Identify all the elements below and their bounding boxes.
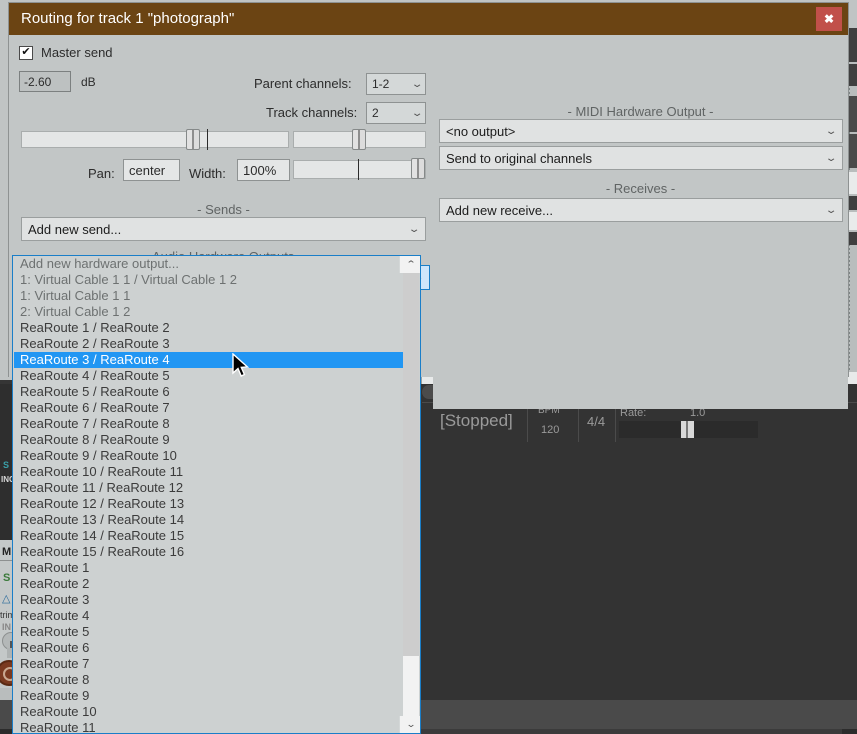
dropdown-item[interactable]: ReaRoute 11 — [14, 720, 406, 733]
volume-slider-thumb[interactable] — [186, 129, 200, 150]
dropdown-scrollbar-thumb[interactable] — [403, 273, 419, 656]
dropdown-item[interactable]: ReaRoute 9 / ReaRoute 10 — [14, 448, 406, 464]
dropdown-item[interactable]: ReaRoute 2 — [14, 576, 406, 592]
chevron-down-icon: ⌄ — [407, 223, 421, 235]
pan-slider-top-thumb[interactable] — [352, 129, 366, 150]
dialog-title-bar[interactable]: Routing for track 1 "photograph" ✖ — [9, 3, 848, 35]
dropdown-item[interactable]: 1: Virtual Cable 1 1 — [14, 288, 406, 304]
midi-output-select[interactable]: <no output> ⌄ — [439, 119, 843, 143]
dropdown-item[interactable]: ReaRoute 10 — [14, 704, 406, 720]
volume-slider[interactable] — [21, 131, 289, 148]
dropdown-item[interactable]: ReaRoute 2 / ReaRoute 3 — [14, 336, 406, 352]
dropdown-item[interactable]: ReaRoute 1 — [14, 560, 406, 576]
pan-label: Pan: — [88, 166, 115, 181]
dropdown-scrollbar[interactable]: ⌃ ⌄ — [399, 256, 420, 733]
dropdown-item[interactable]: 1: Virtual Cable 1 1 / Virtual Cable 1 2 — [14, 272, 406, 288]
dropdown-item[interactable]: ReaRoute 4 / ReaRoute 5 — [14, 368, 406, 384]
dropdown-item[interactable]: ReaRoute 14 / ReaRoute 15 — [14, 528, 406, 544]
dialog-right-column: - MIDI Hardware Output - <no output> ⌄ S… — [433, 67, 848, 409]
close-button[interactable]: ✖ — [816, 7, 842, 31]
sends-header: - Sends - — [197, 202, 250, 217]
master-send-row[interactable]: ✔ Master send — [19, 45, 113, 60]
midi-hardware-output-header: - MIDI Hardware Output - — [567, 104, 714, 119]
parent-channels-label: Parent channels: — [254, 76, 352, 91]
width-label: Width: — [189, 166, 226, 181]
dropdown-options: Add new hardware output... 1: Virtual Cab… — [14, 256, 406, 733]
solo-indicator: S — [3, 460, 10, 470]
bpm-value[interactable]: 120 — [541, 424, 559, 436]
width-slider[interactable] — [293, 160, 426, 179]
midi-output-value: <no output> — [446, 123, 516, 139]
master-send-checkbox[interactable]: ✔ — [19, 45, 33, 60]
close-icon: ✖ — [823, 12, 835, 26]
receives-header: - Receives - — [605, 181, 676, 196]
chevron-down-icon: ⌄ — [824, 152, 838, 164]
chevron-down-icon: ⌄ — [410, 107, 424, 119]
rate-slider-thumb[interactable] — [681, 421, 694, 438]
volume-slider-tick — [207, 129, 208, 150]
transport-status: [Stopped] — [440, 411, 513, 430]
dropdown-item[interactable]: ReaRoute 12 / ReaRoute 13 — [14, 496, 406, 512]
chevron-down-icon: ⌄ — [824, 204, 838, 216]
dropdown-item[interactable]: ReaRoute 3 — [14, 592, 406, 608]
add-new-receive-label: Add new receive... — [446, 202, 553, 218]
track-channels-label: Track channels: — [266, 105, 358, 120]
dropdown-item[interactable]: Add new hardware output... — [14, 256, 406, 272]
time-signature[interactable]: 4/4 — [587, 414, 605, 429]
width-input[interactable]: 100% — [237, 159, 290, 181]
dropdown-item[interactable]: ReaRoute 10 / ReaRoute 11 — [14, 464, 406, 480]
volume-input[interactable]: -2.60 — [19, 71, 71, 92]
master-send-label: Master send — [41, 45, 113, 60]
chevron-down-icon: ⌄ — [824, 125, 838, 137]
dropdown-item[interactable]: ReaRoute 5 — [14, 624, 406, 640]
track-channels-select[interactable]: 2 ⌄ — [366, 102, 426, 124]
mute-button[interactable]: M — [2, 546, 11, 558]
dropdown-item[interactable]: ReaRoute 11 / ReaRoute 12 — [14, 480, 406, 496]
parent-channels-select[interactable]: 1-2 ⌄ — [366, 73, 426, 95]
dropdown-item[interactable]: 2: Virtual Cable 1 2 — [14, 304, 406, 320]
dropdown-item[interactable]: ReaRoute 7 — [14, 656, 406, 672]
midi-channels-select[interactable]: Send to original channels ⌄ — [439, 146, 843, 170]
dropdown-item[interactable]: ReaRoute 8 / ReaRoute 9 — [14, 432, 406, 448]
add-new-receive-select[interactable]: Add new receive... ⌄ — [439, 198, 843, 222]
dropdown-item[interactable]: ReaRoute 6 / ReaRoute 7 — [14, 400, 406, 416]
chevron-down-icon: ⌄ — [410, 78, 424, 90]
envelope-icon[interactable]: △ — [2, 592, 10, 605]
track-channels-value: 2 — [372, 106, 379, 120]
solo-button[interactable]: S — [3, 572, 10, 584]
volume-unit-label: dB — [81, 75, 96, 89]
dropdown-item[interactable]: ReaRoute 8 — [14, 672, 406, 688]
width-slider-thumb[interactable] — [411, 158, 425, 179]
dropdown-item[interactable]: ReaRoute 7 / ReaRoute 8 — [14, 416, 406, 432]
dropdown-item[interactable]: ReaRoute 4 — [14, 608, 406, 624]
midi-channels-value: Send to original channels — [446, 150, 592, 166]
dropdown-item[interactable]: ReaRoute 3 / ReaRoute 4 — [14, 352, 406, 368]
dropdown-item[interactable]: ReaRoute 5 / ReaRoute 6 — [14, 384, 406, 400]
add-new-send-label: Add new send... — [28, 221, 122, 237]
add-new-send-select[interactable]: Add new send... ⌄ — [21, 217, 426, 241]
hardware-output-dropdown-list[interactable]: Add new hardware output... 1: Virtual Cab… — [12, 255, 421, 734]
dropdown-item[interactable]: ReaRoute 1 / ReaRoute 2 — [14, 320, 406, 336]
check-icon: ✔ — [21, 46, 31, 58]
parent-channels-value: 1-2 — [372, 77, 390, 91]
pan-input[interactable]: center — [123, 159, 180, 181]
width-slider-tick — [358, 159, 359, 180]
dropdown-item[interactable]: ReaRoute 13 / ReaRoute 14 — [14, 512, 406, 528]
dropdown-item[interactable]: ReaRoute 15 / ReaRoute 16 — [14, 544, 406, 560]
dropdown-item[interactable]: ReaRoute 9 — [14, 688, 406, 704]
page-title: Routing for track 1 "photograph" — [21, 10, 235, 27]
scroll-down-icon[interactable]: ⌄ — [399, 716, 420, 733]
dropdown-item[interactable]: ReaRoute 6 — [14, 640, 406, 656]
input-label: IN — [2, 622, 11, 632]
scroll-up-icon[interactable]: ⌃ — [399, 256, 420, 273]
